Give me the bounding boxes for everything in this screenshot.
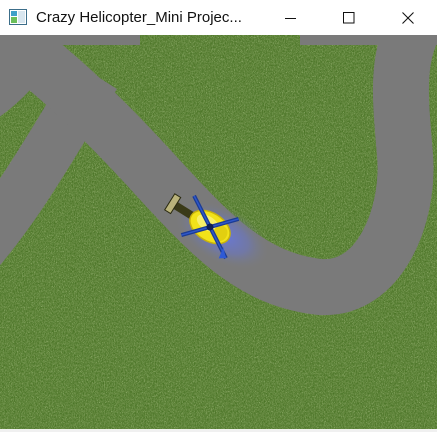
- window-app-icon: [9, 9, 27, 25]
- maximize-icon: [343, 11, 355, 24]
- app-window: Crazy Helicopter_Mini Projec...: [0, 0, 437, 432]
- window-title: Crazy Helicopter_Mini Projec...: [36, 9, 242, 26]
- game-canvas[interactable]: [0, 35, 437, 429]
- maximize-button[interactable]: [320, 0, 378, 35]
- minimize-icon: [285, 12, 297, 24]
- title-bar[interactable]: Crazy Helicopter_Mini Projec...: [0, 0, 437, 35]
- close-icon: [402, 11, 414, 24]
- close-button[interactable]: [379, 0, 437, 35]
- minimize-button[interactable]: [262, 0, 320, 35]
